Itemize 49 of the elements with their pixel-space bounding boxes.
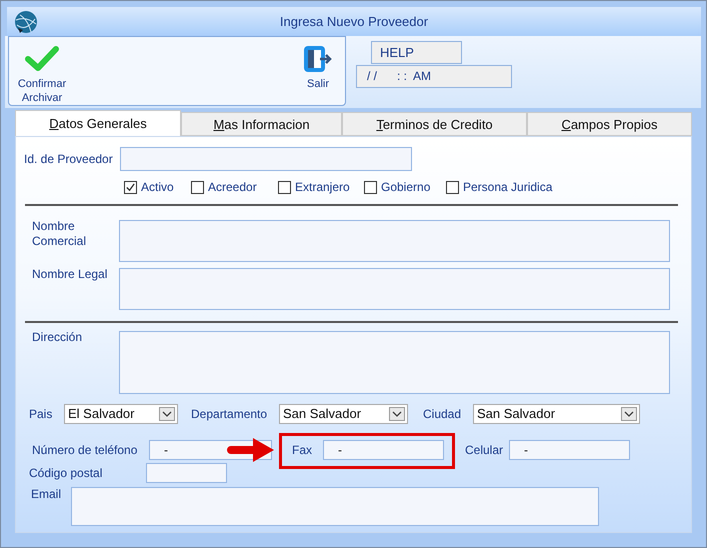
checkbox-option[interactable]: Persona Juridica <box>446 180 552 194</box>
field-label: Fax <box>292 443 314 457</box>
field-label: Id. de Proveedor <box>24 152 114 166</box>
checkmark-icon <box>25 45 59 73</box>
checkbox[interactable] <box>446 180 459 194</box>
field-label: Nombre Legal <box>32 267 108 282</box>
exit-button[interactable]: Salir <box>299 37 337 105</box>
field-label: Ciudad <box>423 406 462 420</box>
input-field[interactable] <box>120 147 412 171</box>
datetime-field: / / : : AM <box>356 65 512 88</box>
text-area[interactable] <box>119 268 670 310</box>
checkbox-option[interactable]: Activo <box>124 180 191 194</box>
field-label: Departamento <box>191 406 268 420</box>
checkbox[interactable] <box>191 180 204 194</box>
caret-icon <box>159 406 175 420</box>
text-area[interactable] <box>119 331 670 394</box>
field-label: Nombre Comercial <box>32 219 88 249</box>
dropdown[interactable]: San Salvador <box>279 404 408 424</box>
door-exit-icon <box>302 45 334 73</box>
window-title: Ingresa Nuevo Proveedor <box>280 14 428 29</box>
field-label: Pais <box>29 406 54 420</box>
tab[interactable]: Campos Propios <box>527 112 692 136</box>
tab[interactable]: Terminos de Credito <box>342 112 527 136</box>
field-label: Número de teléfono <box>32 443 138 457</box>
field-label: Email <box>31 487 62 501</box>
checkbox[interactable] <box>124 180 137 194</box>
user-field: HELP <box>371 41 462 64</box>
dropdown[interactable]: El Salvador <box>64 404 178 424</box>
globe-icon <box>14 10 38 34</box>
checkbox-option[interactable]: Gobierno <box>364 180 446 194</box>
text-area[interactable] <box>119 220 670 262</box>
field-label: Celular <box>465 443 504 457</box>
confirm-button[interactable]: Confirmar Archivar <box>13 37 71 105</box>
input-field[interactable] <box>71 487 599 526</box>
caret-icon <box>389 406 405 420</box>
arrow-icon <box>227 437 275 463</box>
field-label: Dirección <box>32 330 84 345</box>
dropdown[interactable]: San Salvador <box>473 404 640 424</box>
checkbox[interactable] <box>278 180 291 194</box>
caret-icon <box>621 406 637 420</box>
checkbox[interactable] <box>364 180 377 194</box>
input-field[interactable]: - <box>509 440 630 460</box>
tab[interactable]: Datos Generales <box>15 110 181 137</box>
input-field[interactable]: - <box>323 440 444 460</box>
checkbox-option[interactable]: Extranjero <box>278 180 364 194</box>
tab[interactable]: Mas Informacion <box>181 112 342 136</box>
checkbox-option[interactable]: Acreedor <box>191 180 278 194</box>
input-field[interactable] <box>146 463 227 483</box>
field-label: Código postal <box>29 466 104 480</box>
